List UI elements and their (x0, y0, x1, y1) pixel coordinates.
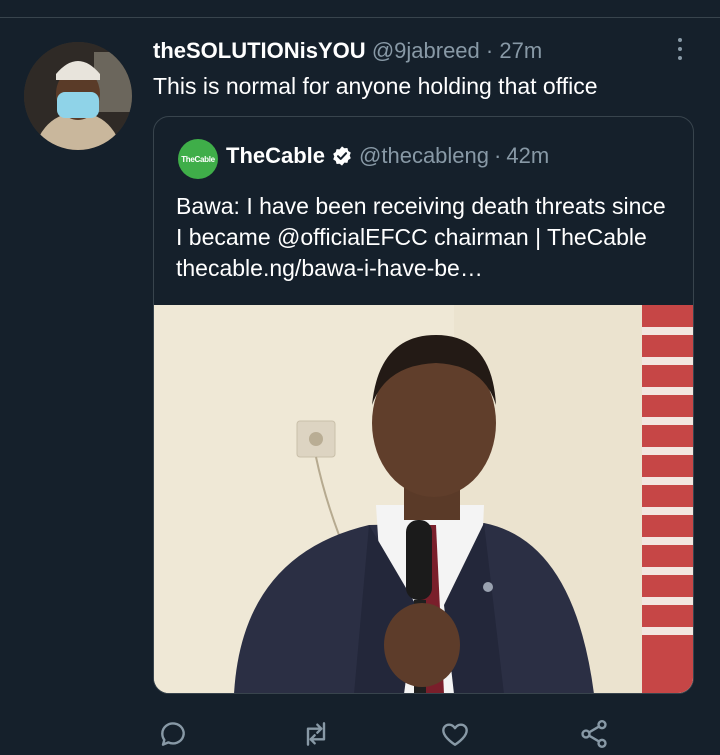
quoted-timestamp[interactable]: 42m (506, 143, 549, 169)
verified-badge-icon (331, 145, 353, 167)
tweet-header: theSOLUTIONisYOU @9jabreed · 27m (153, 38, 542, 64)
more-vertical-icon[interactable] (670, 38, 690, 68)
tweet-text: This is normal for anyone holding that o… (153, 73, 598, 99)
heart-icon[interactable] (439, 718, 471, 750)
top-divider (0, 17, 720, 18)
reply-icon[interactable] (157, 718, 189, 750)
quoted-display-name[interactable]: TheCable (226, 143, 325, 169)
quoted-handle[interactable]: @thecableng (359, 143, 489, 169)
share-icon[interactable] (578, 718, 610, 750)
display-name[interactable]: theSOLUTIONisYOU (153, 38, 366, 63)
retweet-icon[interactable] (300, 718, 332, 750)
quoted-tweet-text: Bawa: I have been receiving death threat… (176, 193, 666, 281)
timestamp[interactable]: 27m (499, 38, 542, 63)
quoted-header: TheCable @thecableng · 42m (226, 143, 549, 169)
separator-dot: · (485, 38, 494, 63)
quoted-tweet-card[interactable]: TheCable TheCable @thecableng · 42m Bawa… (153, 116, 694, 694)
user-handle[interactable]: @9jabreed (372, 38, 480, 63)
tweet-actions-bar (0, 714, 720, 754)
quoted-avatar[interactable]: TheCable (178, 139, 218, 179)
separator-dot: · (494, 143, 502, 168)
user-avatar[interactable] (24, 42, 132, 150)
quoted-tweet-image[interactable] (154, 305, 693, 693)
